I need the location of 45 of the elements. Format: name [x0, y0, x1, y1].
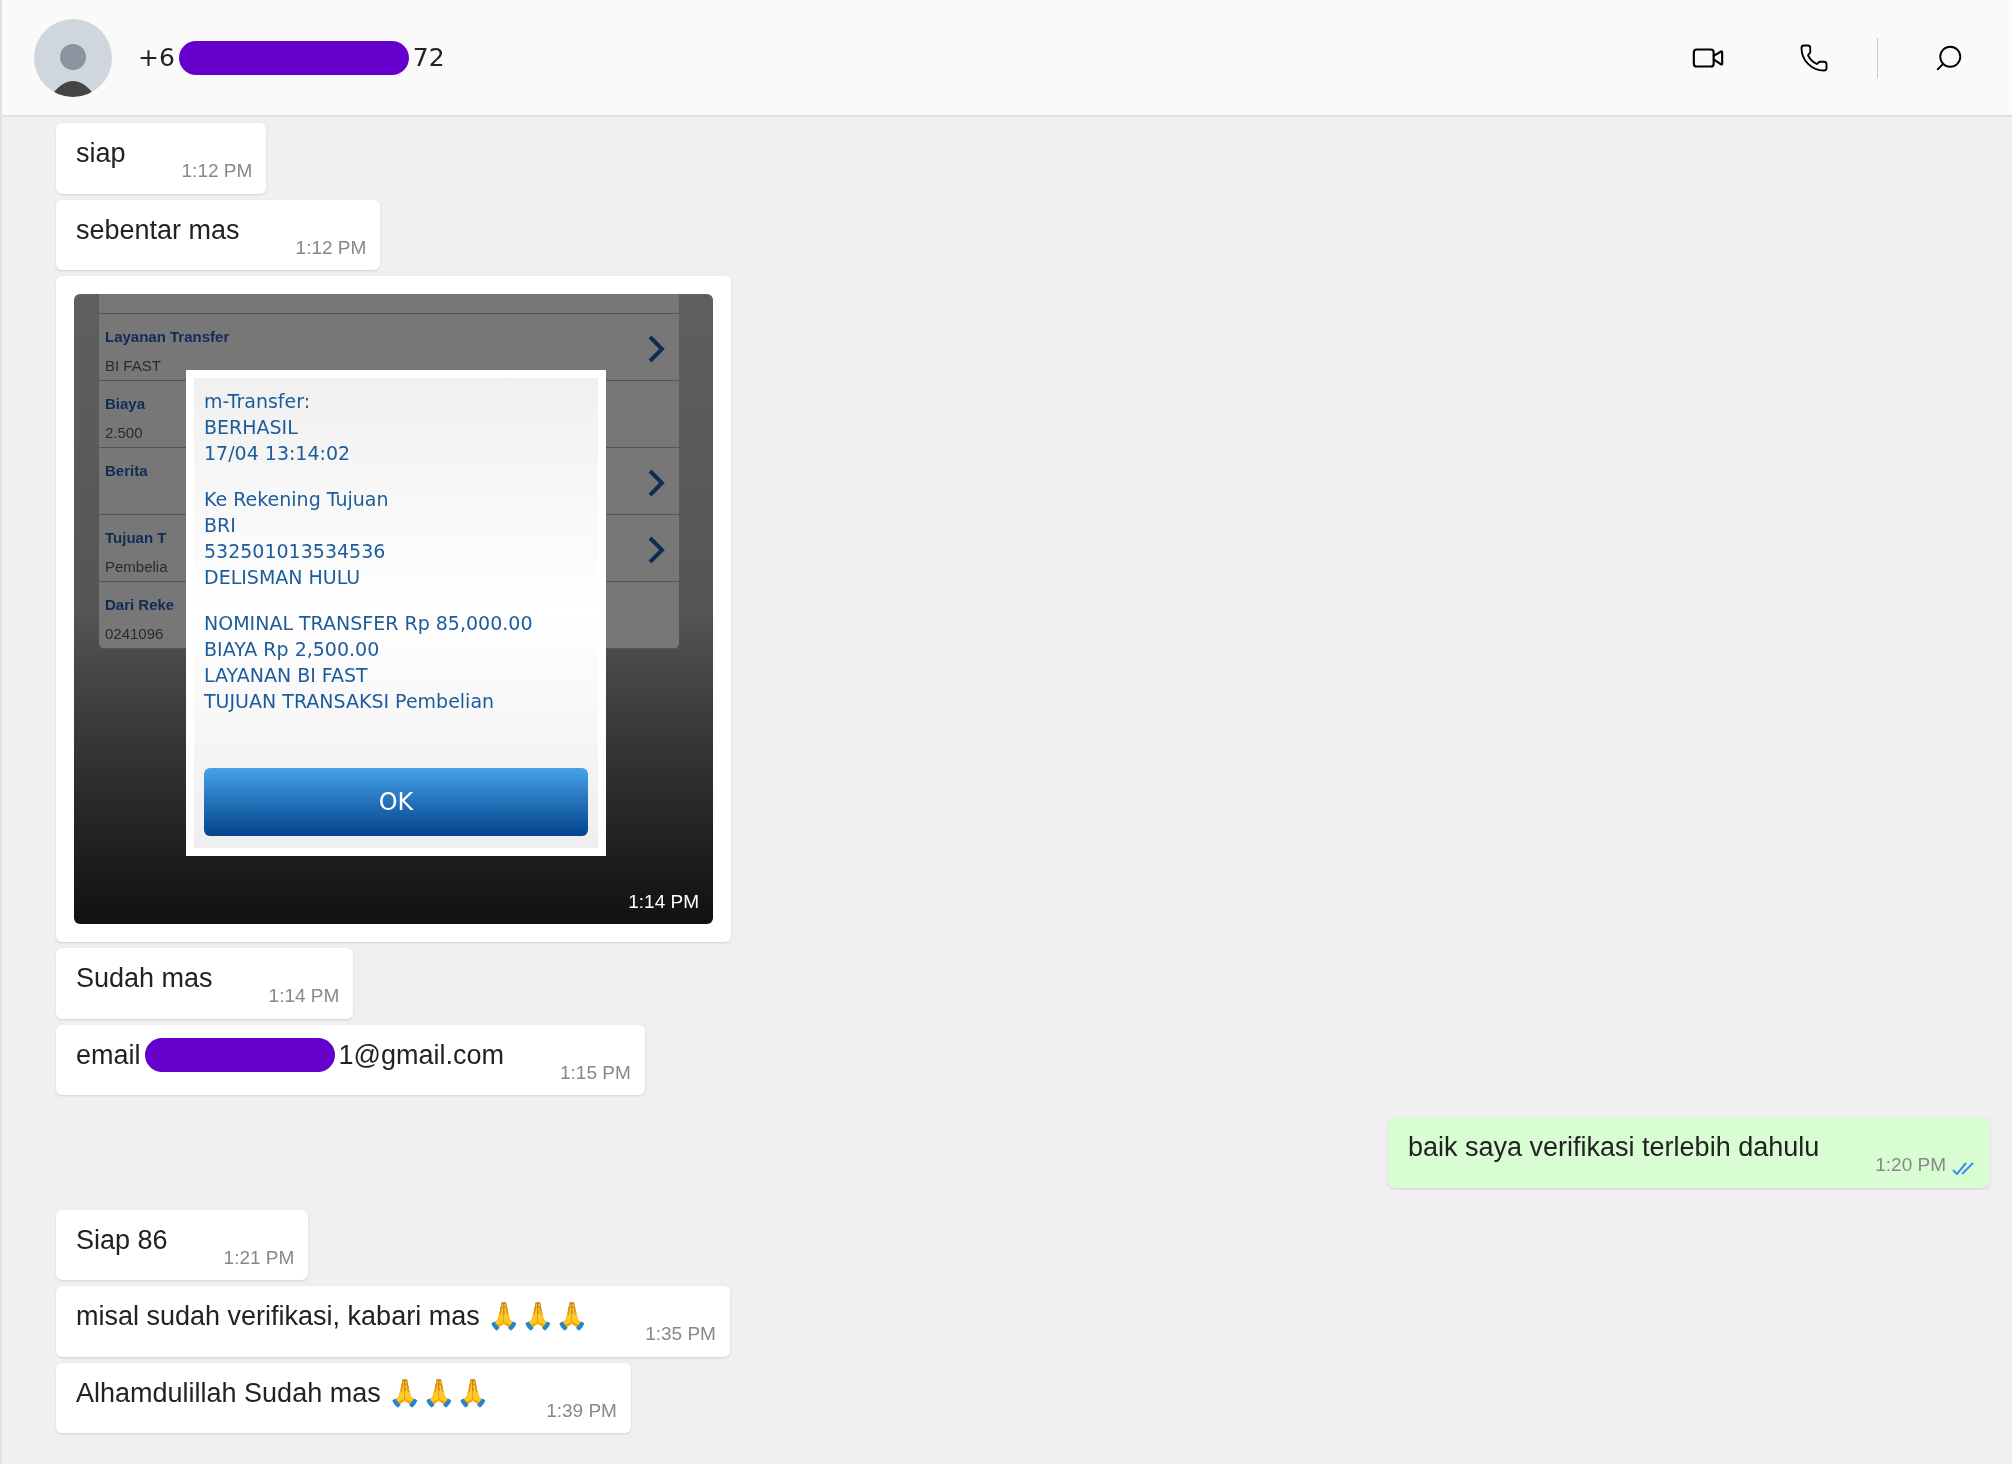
message-text: Sudah mas — [76, 962, 213, 995]
row-value: 0241096 — [105, 623, 165, 644]
message-text: baik saya verifikasi terlebih dahulu — [1408, 1131, 1820, 1164]
message-time: 1:14 PM — [268, 984, 340, 1008]
message-time: 1:12 PM — [181, 159, 253, 183]
row-label: Layanan Transfer — [105, 327, 230, 347]
dialog-text: LAYANAN BI FAST — [204, 663, 369, 688]
message-text: Siap 86 — [76, 1223, 168, 1257]
message-text: email — [76, 1038, 141, 1072]
row-value: 2.500 — [105, 422, 144, 443]
message-text: 1@gmail.com — [338, 1038, 504, 1072]
message-time: 1:15 PM — [560, 1060, 631, 1085]
dialog-text: NOMINAL TRANSFER Rp 85,000.00 — [204, 611, 534, 636]
dialog-text: BRI — [204, 513, 237, 538]
row-value: BI FAST — [105, 355, 162, 376]
message-text: siap — [76, 137, 126, 170]
row-label: Tujuan T — [105, 528, 168, 548]
message-time: 1:12 PM — [295, 235, 367, 260]
message-time: 1:39 PM — [546, 1398, 617, 1423]
contact-name: +6 — [138, 41, 175, 74]
row-label: Biaya — [105, 394, 146, 414]
dialog-text: BERHASIL — [204, 415, 299, 440]
chevron-icon — [647, 468, 665, 498]
dialog-text: 17/04 13:14:02 — [204, 441, 352, 466]
chevron-icon — [647, 535, 665, 565]
message-text: misal sudah verifikasi, kabari mas 🙏🙏🙏 — [76, 1300, 590, 1333]
message-text: sebentar mas — [76, 213, 240, 247]
message-time: 1:35 PM — [645, 1322, 716, 1346]
chevron-icon — [647, 334, 665, 364]
dialog-text: 532501013534536 — [204, 539, 387, 564]
message-time: 1:21 PM — [223, 1245, 295, 1270]
dialog-text: Ke Rekening Tujuan — [204, 487, 390, 512]
message-time: 1:20 PM — [1875, 1153, 1946, 1177]
dialog-text: DELISMAN HULU — [204, 565, 362, 590]
dialog-text: BIAYA Rp 2,500.00 — [204, 637, 381, 662]
ok-button[interactable]: OK — [204, 768, 588, 836]
phone-icon — [1799, 42, 1829, 73]
dialog-text: m-Transfer: — [204, 389, 312, 414]
contact-name: 72 — [412, 41, 445, 74]
dialog-text: TUJUAN TRANSAKSI Pembelian — [204, 689, 496, 714]
message-time: 1:14 PM — [628, 889, 699, 914]
message-text: Alhamdulillah Sudah mas 🙏🙏🙏 — [76, 1376, 491, 1410]
row-label: Berita — [105, 461, 148, 481]
row-value: Pembelia — [105, 556, 168, 577]
row-label: Dari Reke — [105, 595, 175, 615]
